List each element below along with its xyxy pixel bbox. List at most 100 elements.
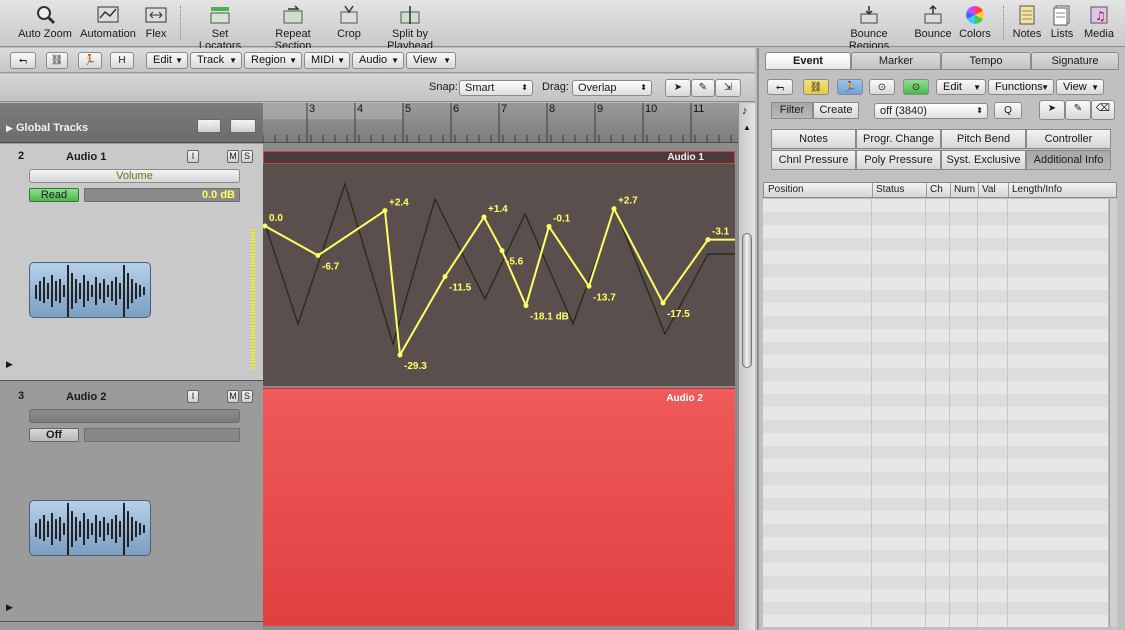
filter-additional-info[interactable]: Additional Info bbox=[1026, 150, 1111, 170]
column-header[interactable]: Num bbox=[954, 184, 975, 195]
column-header[interactable]: Length/Info bbox=[1012, 184, 1062, 195]
drag-select[interactable]: Overlap ⬍ bbox=[572, 80, 652, 96]
automation-parameter-select[interactable]: Volume bbox=[29, 169, 240, 183]
automation-mode-select[interactable]: Read bbox=[29, 188, 79, 202]
midi-in-button[interactable]: ⊙ bbox=[869, 79, 895, 95]
automation-node[interactable] bbox=[705, 237, 711, 243]
automation-node[interactable] bbox=[660, 300, 666, 306]
back-button[interactable]: ⮢ bbox=[767, 79, 793, 95]
view-menu[interactable]: View ▼ bbox=[1056, 79, 1104, 95]
lists-button[interactable]: Lists bbox=[1048, 4, 1076, 40]
midi-out-button[interactable]: ⊙ bbox=[903, 79, 929, 95]
edit-menu[interactable]: Edit ▼ bbox=[146, 52, 188, 69]
filter-progr-change[interactable]: Progr. Change bbox=[856, 129, 941, 149]
tab-tempo[interactable]: Tempo bbox=[941, 52, 1031, 70]
automation-node[interactable] bbox=[481, 214, 487, 220]
catch-button[interactable]: 🏃 bbox=[78, 52, 102, 69]
automation-button[interactable]: Automation bbox=[80, 4, 136, 40]
audio-region-1[interactable]: Audio 1 0.0 -6.7 +2.4 -29.3 -11.5 +1.4 -5.6 -18… bbox=[263, 151, 735, 386]
eraser-tool[interactable]: ⌫ bbox=[1091, 100, 1115, 120]
notes-button[interactable]: Notes bbox=[1012, 4, 1042, 40]
filter-poly-pressure[interactable]: Poly Pressure bbox=[856, 150, 941, 170]
automation-node[interactable] bbox=[546, 223, 552, 229]
filter-button[interactable]: Filter bbox=[771, 102, 813, 119]
pointer-tool[interactable]: ➤ bbox=[1039, 100, 1065, 120]
input-monitor-button[interactable]: I bbox=[187, 150, 199, 163]
solo-button[interactable]: S bbox=[241, 390, 253, 403]
event-list[interactable] bbox=[763, 199, 1108, 627]
automation-node[interactable] bbox=[611, 206, 617, 212]
catch-button[interactable]: 🏃 bbox=[837, 79, 863, 95]
track-name[interactable]: Audio 2 bbox=[66, 391, 106, 403]
midi-menu[interactable]: MIDI ▼ bbox=[304, 52, 350, 69]
quantize-select[interactable]: off (3840) ⬍ bbox=[874, 103, 988, 119]
automation-node[interactable] bbox=[499, 248, 505, 254]
event-list-scrollbar[interactable] bbox=[1109, 199, 1117, 627]
pencil-tool[interactable]: ✎ bbox=[1065, 100, 1091, 120]
auto-zoom-button[interactable]: Auto Zoom bbox=[18, 4, 72, 40]
tab-event[interactable]: Event bbox=[765, 52, 851, 70]
automation-value-field[interactable] bbox=[84, 428, 240, 442]
link-button[interactable]: ⛓ bbox=[803, 79, 829, 95]
automation-select-tool[interactable]: ⇲ bbox=[715, 79, 741, 97]
filter-notes[interactable]: Notes bbox=[771, 129, 856, 149]
track-header-audio-2[interactable]: 3 Audio 2 I M S Off ▶ bbox=[0, 382, 263, 622]
automation-node[interactable] bbox=[315, 252, 321, 258]
audio-region-2[interactable]: Audio 2 bbox=[263, 388, 735, 626]
pointer-tool[interactable]: ➤ bbox=[665, 79, 691, 97]
automation-value-field[interactable]: 0.0 dB bbox=[84, 188, 240, 202]
column-header[interactable]: Status bbox=[876, 184, 904, 195]
filter-pitch-bend[interactable]: Pitch Bend bbox=[941, 129, 1026, 149]
quantize-button[interactable]: Q bbox=[994, 102, 1022, 119]
split-by-playhead-button[interactable]: Split by Playhead bbox=[369, 4, 451, 52]
region-title-bar[interactable]: Audio 1 bbox=[263, 151, 735, 164]
crop-button[interactable]: Crop bbox=[335, 4, 363, 40]
automation-mode-select[interactable]: Off bbox=[29, 428, 79, 442]
filter-controller[interactable]: Controller bbox=[1026, 129, 1111, 149]
disclosure-triangle-icon[interactable]: ▶ bbox=[6, 602, 13, 613]
edit-menu[interactable]: Edit ▼ bbox=[936, 79, 986, 95]
audio-menu[interactable]: Audio ▼ bbox=[352, 52, 404, 69]
media-button[interactable]: ♫ Media bbox=[1082, 4, 1116, 40]
automation-node[interactable] bbox=[586, 283, 592, 289]
snap-select[interactable]: Smart ⬍ bbox=[459, 80, 533, 96]
track-name[interactable]: Audio 1 bbox=[66, 151, 106, 163]
input-monitor-button[interactable]: I bbox=[187, 390, 199, 403]
column-header[interactable]: Position bbox=[768, 184, 804, 195]
functions-menu[interactable]: Functions ▼ bbox=[988, 79, 1054, 95]
pencil-tool[interactable]: ✎ bbox=[691, 79, 715, 97]
link-button[interactable]: ⛓ bbox=[46, 52, 68, 69]
duplicate-track-button[interactable]: +▭ bbox=[230, 119, 256, 133]
hide-button[interactable]: H bbox=[110, 52, 134, 69]
mute-button[interactable]: M bbox=[227, 390, 239, 403]
view-menu[interactable]: View ▼ bbox=[406, 52, 456, 69]
track-menu[interactable]: Track ▼ bbox=[190, 52, 242, 69]
repeat-section-button[interactable]: Repeat Section bbox=[258, 4, 328, 52]
tab-signature[interactable]: Signature bbox=[1031, 52, 1119, 70]
tab-marker[interactable]: Marker bbox=[851, 52, 941, 70]
region-menu[interactable]: Region ▼ bbox=[244, 52, 302, 69]
automation-node[interactable] bbox=[382, 208, 388, 214]
colors-button[interactable]: Colors bbox=[958, 4, 992, 40]
track-header-audio-1[interactable]: 2 Audio 1 I M S Volume Read 0.0 dB ▶ bbox=[0, 144, 263, 381]
arrange-area[interactable]: 3 4 5 6 7 8 9 10 11 Audio 1 0.0 -6.7 +2.4 -29.3 -11.… bbox=[263, 103, 738, 630]
automation-parameter-select[interactable] bbox=[29, 409, 240, 423]
disclosure-triangle-icon[interactable]: ▶ bbox=[6, 123, 13, 134]
create-button[interactable]: Create bbox=[813, 102, 859, 119]
bounce-button[interactable]: Bounce bbox=[914, 4, 952, 40]
filter-chnl-pressure[interactable]: Chnl Pressure bbox=[771, 150, 856, 170]
solo-button[interactable]: S bbox=[241, 150, 253, 163]
automation-node[interactable] bbox=[397, 352, 403, 358]
automation-node[interactable] bbox=[442, 274, 448, 280]
scroll-thumb[interactable] bbox=[742, 233, 752, 368]
filter-syst-exclusive[interactable]: Syst. Exclusive bbox=[941, 150, 1026, 170]
cycle-area[interactable] bbox=[263, 103, 403, 119]
automation-lane[interactable]: 0.0 -6.7 +2.4 -29.3 -11.5 +1.4 -5.6 -18.1 dB -0.… bbox=[263, 164, 735, 386]
disclosure-triangle-icon[interactable]: ▶ bbox=[6, 359, 13, 370]
set-locators-button[interactable]: Set Locators bbox=[190, 4, 250, 52]
bounce-regions-button[interactable]: Bounce Regions bbox=[831, 4, 907, 52]
global-tracks-row[interactable]: ▶ Global Tracks + +▭ bbox=[0, 103, 263, 143]
music-note-icon[interactable]: ♪ bbox=[742, 105, 748, 117]
add-track-button[interactable]: + bbox=[197, 119, 221, 133]
automation-node[interactable] bbox=[523, 303, 529, 309]
